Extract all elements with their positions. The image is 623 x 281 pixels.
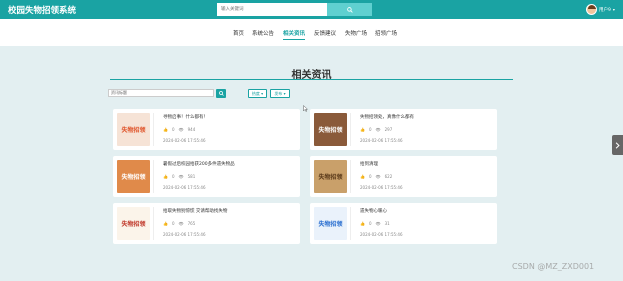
side-expand-button[interactable] <box>612 135 623 155</box>
news-thumbnail: 失物招领 <box>117 160 150 193</box>
eye-icon: 👁 <box>375 127 381 132</box>
news-card[interactable]: 失物招领 拾到清理 👍 0 👁 622 2024-02-06 17:55:46 <box>310 156 497 197</box>
news-date: 2024-02-06 17:55:46 <box>360 138 403 143</box>
news-date: 2024-02-06 17:55:46 <box>163 138 206 143</box>
eye-icon: 👁 <box>375 221 381 226</box>
eye-icon: 👁 <box>178 221 184 226</box>
news-thumbnail: 失物招领 <box>314 207 347 240</box>
news-card[interactable]: 失物招领 拾取失物别惊慌 交请帮助找失物 👍 0 👁 765 2024-02-06 … <box>113 203 300 244</box>
news-thumbnail: 失物招领 <box>314 160 347 193</box>
mouse-cursor-icon <box>303 105 308 112</box>
news-card[interactable]: 失物招领 寻物启事！什么都有！ 👍 0 👁 944 2024-02-06 17:55… <box>113 109 300 150</box>
thumbs-up-icon: 👍 <box>163 221 168 226</box>
search-button[interactable] <box>327 3 372 16</box>
news-card[interactable]: 失物招领 失物招领处，真像什么都有 👍 0 👁 297 2024-02-06 17:… <box>310 109 497 150</box>
news-title: 寻物启事！什么都有！ <box>163 115 208 120</box>
title-divider <box>110 79 513 80</box>
eye-icon: 👁 <box>178 127 184 132</box>
top-bar: 校园失物招领系统 用户9 ▾ <box>0 0 623 19</box>
thumbs-up-icon: 👍 <box>360 174 365 179</box>
chevron-down-icon: ▾ <box>612 7 615 12</box>
thumbs-up-icon: 👍 <box>163 127 168 132</box>
watermark: CSDN @MZ_ZXD001 <box>512 262 595 271</box>
nav-item-announcements[interactable]: 系统公告 <box>252 29 274 37</box>
news-stats: 👍 0 👁 944 <box>163 127 196 132</box>
filter-search-button[interactable] <box>216 89 226 98</box>
sort-by-heat-button[interactable]: 热度 ▾ <box>248 89 267 98</box>
search-bar <box>217 3 372 16</box>
news-title-filter-input[interactable]: 资讯标题 <box>108 89 214 97</box>
news-stats: 👍 0 👁 297 <box>360 127 393 132</box>
search-icon <box>218 91 224 96</box>
news-thumbnail: 失物招领 <box>117 207 150 240</box>
news-title: 暑假过后校园拾获200多件遗失物品 <box>163 162 235 167</box>
search-icon <box>346 6 353 13</box>
news-thumbnail: 失物招领 <box>314 113 347 146</box>
news-date: 2024-02-06 17:55:46 <box>163 232 206 237</box>
nav-item-found-square[interactable]: 招领广场 <box>375 29 397 37</box>
brand-title: 校园失物招领系统 <box>8 6 77 16</box>
sort-by-publish-button[interactable]: 发布 ▾ <box>270 89 290 98</box>
news-stats: 👍 0 👁 581 <box>163 174 196 179</box>
search-input[interactable] <box>217 3 327 16</box>
main-nav: 首页 系统公告 相关资讯 反馈建议 失物广场 招领广场 <box>0 19 623 46</box>
news-card[interactable]: 失物招领 遗失物心暖心 👍 0 👁 31 2024-02-06 17:55:46 <box>310 203 497 244</box>
news-stats: 👍 0 👁 622 <box>360 174 393 179</box>
news-date: 2024-02-06 17:55:46 <box>360 185 403 190</box>
nav-item-home[interactable]: 首页 <box>233 29 244 37</box>
main-content: 相关资讯 资讯标题 热度 ▾ 发布 ▾ 失物招领 寻物启事！什么都有！ 👍 0 👁… <box>0 46 623 281</box>
news-title: 拾到清理 <box>360 162 378 167</box>
avatar <box>586 4 597 15</box>
news-date: 2024-02-06 17:55:46 <box>163 185 206 190</box>
username: 用户9 <box>599 7 611 13</box>
thumbs-up-icon: 👍 <box>163 174 168 179</box>
news-thumbnail: 失物招领 <box>117 113 150 146</box>
news-stats: 👍 0 👁 765 <box>163 221 196 226</box>
thumbs-up-icon: 👍 <box>360 221 365 226</box>
eye-icon: 👁 <box>178 174 184 179</box>
chevron-right-icon <box>615 141 620 149</box>
news-title: 遗失物心暖心 <box>360 209 387 214</box>
news-title: 拾取失物别惊慌 交请帮助找失物 <box>163 209 228 214</box>
news-card[interactable]: 失物招领 暑假过后校园拾获200多件遗失物品 👍 0 👁 581 2024-02-0… <box>113 156 300 197</box>
news-date: 2024-02-06 17:55:46 <box>360 232 403 237</box>
news-stats: 👍 0 👁 31 <box>360 221 390 226</box>
nav-item-lost-square[interactable]: 失物广场 <box>345 29 367 37</box>
user-menu[interactable]: 用户9 ▾ <box>586 2 615 17</box>
active-tab-indicator <box>283 39 305 40</box>
nav-item-feedback[interactable]: 反馈建议 <box>314 29 336 37</box>
eye-icon: 👁 <box>375 174 381 179</box>
thumbs-up-icon: 👍 <box>360 127 365 132</box>
nav-item-news[interactable]: 相关资讯 <box>283 29 305 37</box>
news-title: 失物招领处，真像什么都有 <box>360 115 414 120</box>
